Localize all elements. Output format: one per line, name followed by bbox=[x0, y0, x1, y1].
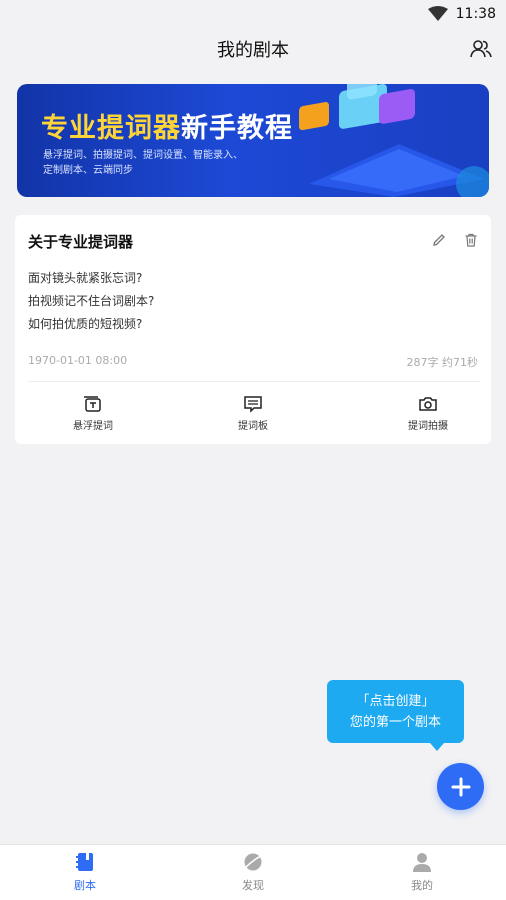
tab-mine[interactable]: 我的 bbox=[382, 851, 462, 893]
wifi-icon bbox=[427, 6, 448, 21]
prompt-board-button[interactable]: 提词板 bbox=[208, 395, 298, 432]
create-hint-tooltip: 「点击创建」 您的第一个剧本 bbox=[327, 680, 464, 751]
floating-prompt-button[interactable]: 悬浮提词 bbox=[48, 395, 138, 432]
script-date: 1970-01-01 08:00 bbox=[28, 354, 128, 367]
action-label: 悬浮提词 bbox=[73, 421, 113, 432]
text-box-icon bbox=[84, 396, 101, 412]
app-header: 我的剧本 bbox=[0, 28, 506, 70]
card-divider bbox=[28, 381, 480, 382]
planet-icon bbox=[244, 853, 262, 871]
script-title: 关于专业提词器 bbox=[28, 233, 134, 251]
people-icon[interactable] bbox=[470, 38, 492, 60]
tooltip-line2: 您的第一个剧本 bbox=[349, 714, 441, 730]
tab-scripts[interactable]: 剧本 bbox=[45, 851, 125, 893]
page-title: 我的剧本 bbox=[217, 40, 289, 61]
action-label: 提词拍摄 bbox=[408, 421, 448, 432]
message-board-icon bbox=[244, 396, 262, 413]
pencil-icon[interactable] bbox=[431, 232, 447, 248]
banner-subtitle: 悬浮提词、拍摄提词、提词设置、智能录入、 定制剧本、云端同步 bbox=[43, 148, 303, 178]
status-bar: 11:38 bbox=[0, 0, 506, 28]
tab-discover[interactable]: 发现 bbox=[213, 851, 293, 893]
prompt-shoot-button[interactable]: 提词拍摄 bbox=[383, 395, 473, 432]
bottom-tab-bar: 剧本 发现 我的 bbox=[0, 844, 506, 900]
card-actions: 悬浮提词 提词板 提词拍摄 bbox=[15, 395, 491, 435]
tab-label: 我的 bbox=[411, 879, 433, 892]
action-label: 提词板 bbox=[238, 421, 268, 432]
banner-sub-line2: 定制剧本、云端同步 bbox=[43, 165, 133, 176]
tab-label: 发现 bbox=[242, 879, 264, 892]
add-script-button[interactable] bbox=[437, 763, 484, 810]
camera-icon bbox=[419, 397, 437, 411]
banner-headline: 专业提词器新手教程 bbox=[41, 106, 293, 145]
tooltip-line1: 「点击创建」 bbox=[356, 693, 435, 709]
plus-icon bbox=[451, 777, 470, 796]
script-card[interactable]: 关于专业提词器 面对镜头就紧张忘词? 拍视频记不住台词剧本? 如何拍优质的短视频… bbox=[15, 215, 491, 444]
person-icon bbox=[413, 853, 431, 872]
tutorial-banner[interactable]: 专业提词器新手教程 悬浮提词、拍摄提词、提词设置、智能录入、 定制剧本、云端同步 bbox=[17, 84, 489, 197]
tab-label: 剧本 bbox=[74, 879, 96, 892]
status-time: 11:38 bbox=[455, 6, 496, 22]
preview-line: 拍视频记不住台词剧本? bbox=[28, 294, 155, 308]
preview-line: 面对镜头就紧张忘词? bbox=[28, 271, 143, 285]
script-preview: 面对镜头就紧张忘词? 拍视频记不住台词剧本? 如何拍优质的短视频? bbox=[28, 267, 154, 336]
banner-sub-line1: 悬浮提词、拍摄提词、提词设置、智能录入、 bbox=[43, 150, 243, 161]
notebook-icon bbox=[76, 853, 93, 871]
banner-illustration bbox=[299, 84, 489, 197]
preview-line: 如何拍优质的短视频? bbox=[28, 317, 143, 331]
trash-icon[interactable] bbox=[463, 232, 479, 248]
script-stats: 287字 约71秒 bbox=[406, 356, 479, 369]
banner-headline-part1: 专业提词器 bbox=[41, 113, 181, 144]
